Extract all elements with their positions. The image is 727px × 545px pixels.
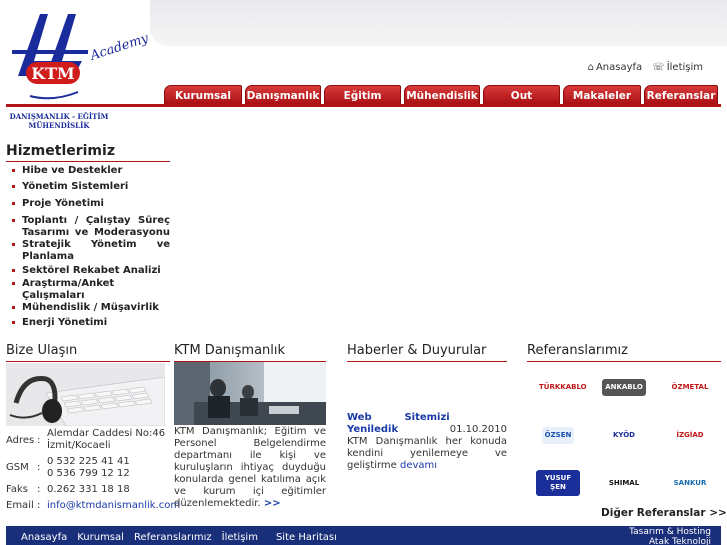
service-item[interactable]: Enerji Yönetimi bbox=[6, 317, 170, 333]
about-more-link[interactable]: >> bbox=[264, 498, 281, 509]
contact-email-link[interactable]: info@ktmdanismanlik.com bbox=[47, 500, 180, 512]
contact-email-row: Email: info@ktmdanismanlik.com bbox=[6, 500, 181, 511]
service-item[interactable]: Sektörel Rekabet Analizi bbox=[6, 265, 170, 278]
footer: Anasayfa Kurumsal Referanslarımız İletişim S… bbox=[6, 526, 721, 545]
nav-tab-e-itim[interactable]: Eğitim bbox=[324, 85, 401, 105]
footer-link-4[interactable]: Site Haritası bbox=[276, 528, 337, 545]
nav-tab-kurumsal[interactable]: Kurumsal bbox=[164, 85, 242, 105]
contact-fax-row: Faks:0.262 331 18 18 bbox=[6, 484, 171, 496]
service-item[interactable]: Proje Yönetimi bbox=[6, 198, 170, 215]
contact-address-row: Adres: Alemdar Caddesi No:46 İzmit/Kocael… bbox=[6, 428, 171, 452]
footer-link-0[interactable]: Anasayfa bbox=[21, 528, 67, 545]
nav-tab-dan-manl-k[interactable]: Danışmanlık bbox=[245, 85, 321, 105]
reference-logo[interactable]: ÖZSEN bbox=[527, 411, 589, 459]
about-text: KTM Danışmanlık; Eğitim ve Personel Belg… bbox=[174, 426, 326, 509]
contact-section: Bize Ulaşın bbox=[6, 343, 170, 362]
other-references-link[interactable]: Diğer Referanslar >> bbox=[601, 507, 727, 519]
news-item: Web Sitemizi Yeniledik 01.10.2010 KTM Da… bbox=[347, 412, 507, 472]
service-item[interactable]: Toplantı / Çalıştay Süreç Tasarımı ve Mo… bbox=[6, 215, 170, 239]
service-item[interactable]: Hibe ve Destekler bbox=[6, 165, 170, 181]
contact-title: Bize Ulaşın bbox=[6, 343, 170, 362]
reference-logo[interactable]: SHIMAL bbox=[593, 459, 655, 507]
reference-logo[interactable]: SANKUR bbox=[659, 459, 721, 507]
ktm-logo[interactable]: KTM Academy bbox=[8, 6, 168, 106]
reference-logo[interactable]: ÖZMETAL bbox=[659, 363, 721, 411]
references-title: Referanslarımız bbox=[527, 343, 721, 362]
reference-logo[interactable]: TÜRKKABLO bbox=[527, 363, 589, 411]
contact-fax: 0.262 331 18 18 bbox=[47, 484, 130, 495]
service-item[interactable]: Mühendislik / Müşavirlik bbox=[6, 302, 170, 317]
contact-icon: ☏ bbox=[652, 62, 665, 73]
logo-subtitle: DANIŞMANLIK - EĞİTİM MÜHENDİSLİK bbox=[9, 112, 109, 130]
top-link-home[interactable]: ⌂ Anasayfa bbox=[588, 62, 643, 73]
footer-link-1[interactable]: Kurumsal bbox=[77, 528, 124, 545]
contact-gsm1: 0 532 225 41 41 bbox=[47, 456, 130, 467]
header-gray-band bbox=[150, 0, 727, 46]
news-more-link[interactable]: devamı bbox=[400, 460, 437, 471]
logo-letters: KTM bbox=[31, 64, 75, 83]
nav-tab-m-hendislik[interactable]: Mühendislik bbox=[404, 85, 480, 105]
reference-logo[interactable]: İZGİAD bbox=[659, 411, 721, 459]
top-links: ⌂ Anasayfa ☏ İletişim bbox=[588, 62, 703, 73]
logo-academy: Academy bbox=[88, 31, 151, 64]
nav-tab-makaleler[interactable]: Makaleler bbox=[563, 85, 641, 105]
contact-gsm-row: GSM:0 532 225 41 41 0 536 799 12 12 bbox=[6, 456, 130, 479]
references-logos: TÜRKKABLO ANKABLO ÖZMETAL ÖZSEN KYÖD İZGİAD YU… bbox=[527, 363, 721, 507]
office-people-photo bbox=[174, 362, 326, 425]
services-sidebar: Hizmetlerimiz Hibe ve Destekler Yönetim S… bbox=[6, 143, 170, 333]
contact-details: Adres: Alemdar Caddesi No:46 İzmit/Kocael… bbox=[6, 428, 181, 516]
footer-links: Anasayfa Kurumsal Referanslarımız İletişim S… bbox=[21, 528, 337, 545]
news-title: Haberler & Duyurular bbox=[347, 343, 507, 362]
news-section: Haberler & Duyurular bbox=[347, 343, 507, 362]
reference-logo[interactable]: ANKABLO bbox=[593, 363, 655, 411]
footer-credit: Tasarım & Hosting Atak Teknoloji bbox=[629, 527, 711, 545]
contact-gsm2: 0 536 799 12 12 bbox=[47, 468, 130, 479]
footer-link-3[interactable]: İletişim bbox=[222, 528, 258, 545]
about-section: KTM Danışmanlık bbox=[174, 343, 326, 362]
contact-address: Alemdar Caddesi No:46 İzmit/Kocaeli bbox=[47, 428, 166, 451]
nav-tab-referanslar[interactable]: Referanslar bbox=[644, 85, 718, 105]
reference-logo[interactable]: KYÖD bbox=[593, 411, 655, 459]
service-item[interactable]: Araştırma/Anket Çalışmaları bbox=[6, 278, 170, 302]
main-nav: Kurumsal Danışmanlık Eğitim Mühendislik Out … bbox=[164, 85, 718, 122]
services-list: Hibe ve Destekler Yönetim Sistemleri Proje… bbox=[6, 165, 170, 333]
references-section: Referanslarımız bbox=[527, 343, 721, 362]
footer-link-2[interactable]: Referanslarımız bbox=[134, 528, 212, 545]
home-icon: ⌂ bbox=[587, 62, 594, 73]
top-link-contact[interactable]: ☏ İletişim bbox=[652, 62, 703, 73]
service-item[interactable]: Stratejik Yönetim ve Planlama bbox=[6, 239, 170, 265]
about-title: KTM Danışmanlık bbox=[174, 343, 326, 362]
services-title: Hizmetlerimiz bbox=[6, 143, 170, 162]
news-item-title-link[interactable]: Web Sitemizi Yeniledik bbox=[347, 412, 450, 436]
reference-logo[interactable]: YUSUF ŞEN bbox=[527, 459, 589, 507]
service-item[interactable]: Yönetim Sistemleri bbox=[6, 181, 170, 198]
nav-underline bbox=[6, 104, 721, 107]
headset-keyboard-photo bbox=[6, 363, 165, 426]
news-item-date: 01.10.2010 bbox=[449, 424, 507, 435]
nav-tab-out-sourcing[interactable]: Out Sourcing bbox=[483, 85, 560, 122]
